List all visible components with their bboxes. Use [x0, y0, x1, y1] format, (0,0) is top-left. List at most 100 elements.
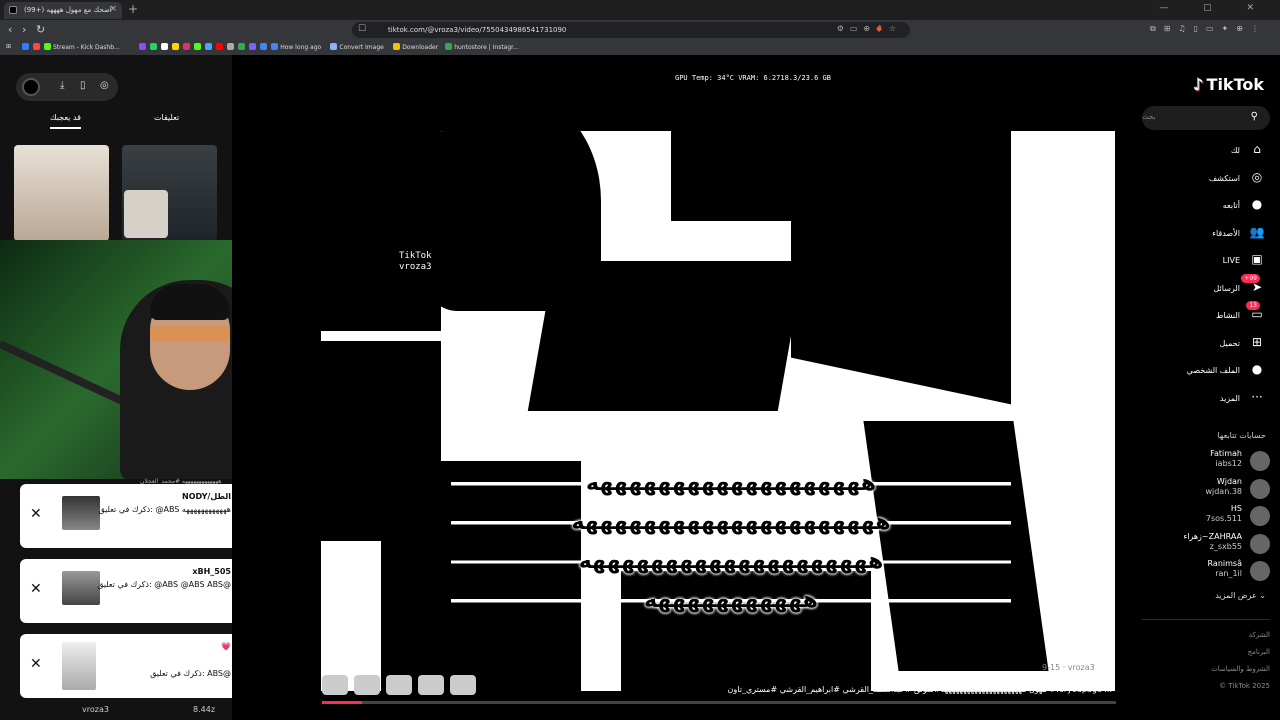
progress-fill: [322, 701, 362, 704]
bookmark-item[interactable]: Stream - Kick Dashb...: [44, 43, 120, 51]
bookmark-item[interactable]: [161, 43, 170, 51]
brave-shield-icon[interactable]: ◆: [876, 24, 890, 33]
video-caption[interactable]: مهول ههههههههههههههههههههههه#شونق #عبدال…: [322, 685, 1112, 694]
tiktok-watermark: TikTok vroza3: [399, 251, 432, 272]
bookmark-favicon-icon: [393, 43, 401, 50]
avatar: [1250, 533, 1270, 554]
following-account[interactable]: ZAHRAA~زهراء z_sxb55: [1150, 532, 1270, 556]
browser-tab[interactable]: (99+) اضحك مع مهول ههههه ×: [4, 2, 122, 19]
following-account[interactable]: Fatimah iabs12: [1150, 449, 1270, 473]
bookmark-item[interactable]: [183, 43, 192, 51]
nav-icon: ⌂: [1253, 142, 1261, 156]
compass-icon[interactable]: ◎: [100, 80, 109, 91]
window-controls[interactable]: — ▢ ✕: [1159, 3, 1270, 13]
video-thumbnail[interactable]: [14, 145, 109, 241]
timestamp: 8.44z: [193, 705, 216, 714]
nav-icon: ⊞: [1251, 334, 1263, 349]
tab-you-may-like[interactable]: قد يعجبك: [50, 113, 81, 129]
close-icon[interactable]: ✕: [30, 656, 42, 672]
following-account[interactable]: Ranimsâ ran_1il: [1150, 559, 1270, 583]
close-icon[interactable]: ✕: [30, 506, 42, 522]
browser-tab-title: (99+) اضحك مع مهول ههههه: [24, 6, 112, 14]
new-tab-icon[interactable]: +: [128, 2, 138, 16]
nav-item[interactable]: 👥 الأصدقاء: [1146, 224, 1266, 244]
account-handle: ran_1il: [1215, 569, 1242, 578]
browser-nav-bar: ‹ › ↻ ☐ tiktok.com/@vroza3/video/7550434…: [0, 20, 1280, 40]
address-bar[interactable]: ☐ tiktok.com/@vroza3/video/7550434986541…: [352, 22, 910, 38]
bookmark-favicon-icon: [249, 43, 257, 50]
nav-item[interactable]: ◎ استكشف: [1146, 169, 1266, 189]
bookmark-item[interactable]: [194, 43, 203, 51]
nav-item[interactable]: ⊞ تحميل: [1146, 334, 1266, 354]
tab-comments[interactable]: تعليقات: [154, 113, 179, 122]
nav-icon: ●: [1251, 362, 1263, 376]
bookmark-favicon-icon: [44, 43, 51, 50]
nav-label: الأصدقاء: [1212, 228, 1240, 238]
bookmark-favicon-icon: [172, 43, 180, 50]
bookmark-favicon-icon: [271, 43, 279, 50]
address-bar-icons[interactable]: ⚙▭⊕⇪☆: [837, 24, 902, 33]
bookmark-item[interactable]: [150, 43, 159, 51]
bookmark-item[interactable]: [249, 43, 258, 51]
nav-item[interactable]: ● الملف الشخصي: [1146, 361, 1266, 381]
forward-icon[interactable]: ›: [22, 23, 26, 36]
show-more-button[interactable]: ⌄ عرض المزيد: [1215, 591, 1266, 600]
bookmark-favicon-icon: [139, 43, 147, 50]
bookmark-item[interactable]: [227, 43, 236, 51]
nav-item[interactable]: ▣ LIVE: [1146, 251, 1266, 271]
nav-icon: ···: [1251, 389, 1263, 404]
following-account[interactable]: Wjdan wjdan.38: [1150, 477, 1270, 501]
video-meta: 9-15 · vroza3: [1042, 663, 1095, 672]
tiktok-logo[interactable]: ♪ TikTok: [1193, 75, 1264, 94]
bookmark-label: Stream - Kick Dashb...: [53, 44, 120, 51]
bookmark-favicon-icon: [183, 43, 191, 50]
nav-item[interactable]: ➤ الرسائل +99: [1146, 273, 1266, 299]
notification-thumbnail: [62, 642, 96, 690]
bookmark-item[interactable]: [238, 43, 247, 51]
close-tab-icon[interactable]: ×: [109, 4, 117, 14]
bookmark-item[interactable]: Convert Image: [330, 43, 384, 51]
reload-icon[interactable]: ↻: [36, 23, 45, 36]
bookmark-item[interactable]: [216, 43, 225, 51]
bookmark-item[interactable]: [172, 43, 181, 51]
bookmark-item[interactable]: [33, 43, 42, 51]
back-icon[interactable]: ‹: [8, 23, 12, 36]
notification-name: NODY/الطل: [182, 492, 231, 501]
bookmark-item[interactable]: Downloader: [393, 43, 438, 51]
nav-item[interactable]: ⌂ لك: [1146, 141, 1266, 161]
footer-link-terms[interactable]: الشروط والسياسات: [1211, 665, 1270, 673]
download-icon[interactable]: ⤓: [60, 80, 64, 91]
video-progress-bar[interactable]: [322, 701, 1116, 704]
avatar[interactable]: [22, 78, 40, 96]
bookmark-icon[interactable]: ☐: [358, 24, 366, 34]
bookmark-item[interactable]: huntostore | Instagr...: [445, 43, 519, 51]
left-tabs: قد يعجبك تعليقات: [16, 107, 216, 129]
apps-icon[interactable]: ⊞: [6, 43, 11, 50]
footer-link-program[interactable]: البرنامج: [1248, 648, 1270, 656]
streamer-glasses: [150, 326, 230, 342]
author-handle[interactable]: vroza3: [82, 705, 109, 714]
following-account[interactable]: HS 7sos.511: [1150, 504, 1270, 528]
close-icon[interactable]: ✕: [30, 581, 42, 597]
bookmark-item[interactable]: [205, 43, 214, 51]
nav-item[interactable]: ● أتابعه: [1146, 196, 1266, 216]
footer-link-company[interactable]: الشركة: [1249, 631, 1270, 639]
account-name: ZAHRAA~زهراء: [1183, 531, 1242, 541]
search-input[interactable]: بحث ⚲: [1142, 106, 1270, 130]
bookmark-favicon-icon: [22, 43, 29, 50]
phone-icon[interactable]: ▯: [80, 80, 86, 91]
laugh-line: هههههههههههههههههههههه: [451, 510, 1011, 535]
bookmark-item[interactable]: How long ago: [271, 43, 321, 51]
nav-item[interactable]: ··· المزيد: [1146, 389, 1266, 409]
video-player[interactable]: GPU Temp: 34°C VRAM: 6.2718.3/23.6 GB Ti…: [321, 71, 1115, 691]
search-icon[interactable]: ⚲: [1251, 111, 1258, 122]
bookmark-label: How long ago: [280, 44, 322, 51]
right-sidebar: ♪ TikTok بحث ⚲ ⌂ لك ◎ استكشف ● أتابعه 👥 الأصدقاء…: [1140, 55, 1280, 720]
nav-item[interactable]: ▭ النشاط 13: [1146, 301, 1266, 326]
avatar: [1250, 561, 1270, 581]
bookmark-item[interactable]: [139, 43, 148, 51]
extensions-icons[interactable]: ⧉⊞♫▯▭✦⊕⋮: [1150, 24, 1267, 34]
tiktok-note-icon: ♪: [1193, 75, 1204, 94]
bookmark-item[interactable]: [22, 43, 31, 51]
bookmark-item[interactable]: [260, 43, 269, 51]
